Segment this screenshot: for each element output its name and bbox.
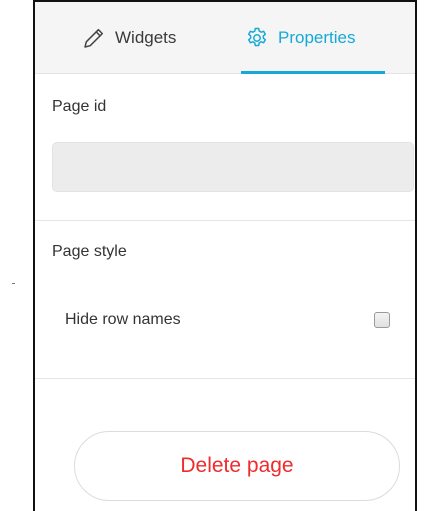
section-divider (35, 220, 415, 221)
screen: Widgets Properties Page id Page style Hi… (0, 0, 432, 511)
properties-panel: Widgets Properties Page id Page style Hi… (33, 0, 417, 511)
tab-properties[interactable]: Properties (245, 2, 355, 73)
pencil-icon (82, 26, 106, 50)
tab-properties-label: Properties (278, 27, 356, 47)
tab-widgets[interactable]: Widgets (82, 2, 176, 73)
hide-row-names-checkbox[interactable] (374, 312, 390, 328)
page-id-input[interactable] (52, 142, 414, 192)
panel-tabs: Widgets Properties (35, 2, 415, 74)
page-id-label: Page id (52, 98, 107, 115)
active-tab-indicator (241, 71, 385, 74)
stray-mark (12, 283, 15, 284)
hide-row-names-option: Hide row names (65, 300, 390, 340)
hide-row-names-label: Hide row names (65, 311, 181, 328)
actions-divider (35, 378, 415, 379)
delete-page-button[interactable]: Delete page (74, 431, 400, 501)
tab-widgets-label: Widgets (115, 27, 177, 47)
page-style-label: Page style (52, 243, 127, 260)
gear-icon (245, 26, 269, 50)
